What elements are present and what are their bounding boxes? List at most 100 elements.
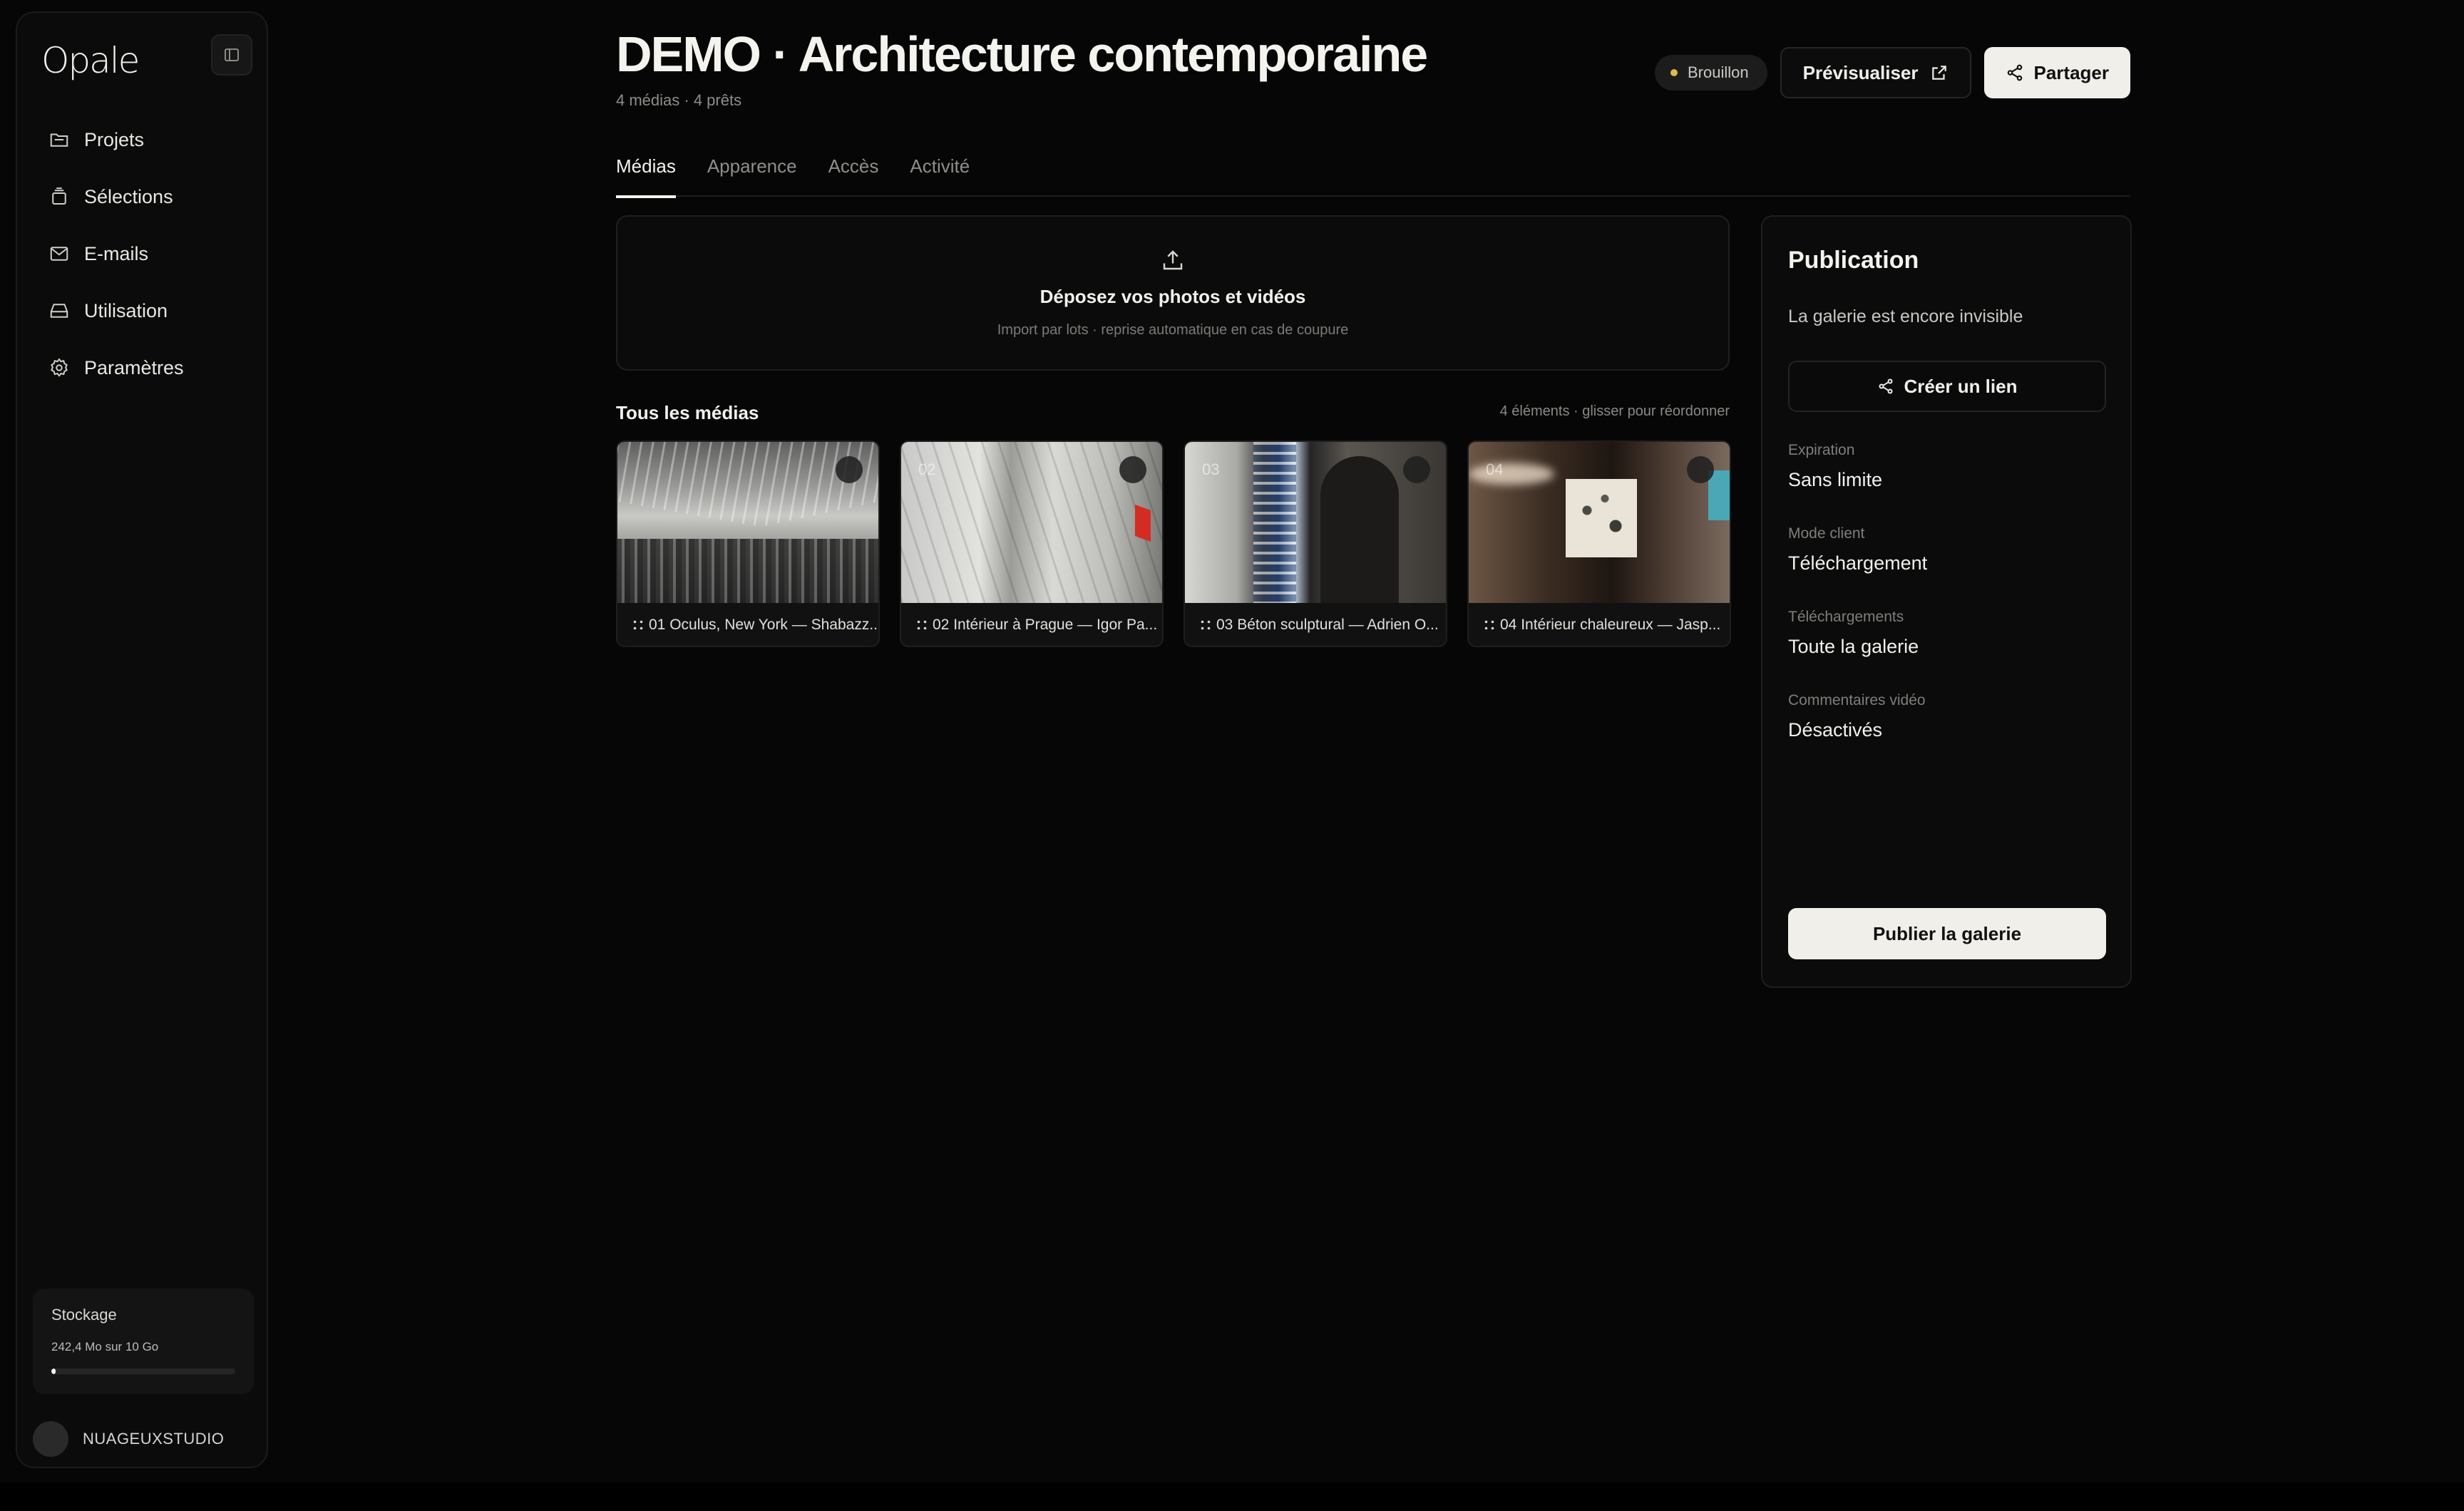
sidebar-item-label: Paramètres [84,356,184,378]
sidebar-item-label: Utilisation [84,299,168,321]
media-card[interactable]: 03 03 Béton sculptural — Adrien O... [1184,440,1447,647]
status-dot-icon [1670,69,1678,76]
drag-handle-icon[interactable] [1199,619,1212,631]
select-checkbox[interactable] [836,456,863,483]
upload-icon [1163,250,1183,270]
media-caption: 01 Oculus, New York — Shabazz... [617,603,878,646]
setting-downloads[interactable]: Téléchargements Toute la galerie [1788,609,1919,658]
thumbnail-detail [617,442,878,527]
share-button[interactable]: Partager [1983,47,2130,98]
folder-icon [50,133,68,147]
dropzone-title: Déposez vos photos et vidéos [1040,286,1306,307]
publish-gallery-button[interactable]: Publier la galerie [1788,908,2106,959]
publication-title: Publication [1788,247,1919,274]
thumbnail-detail [1469,463,1554,485]
media-caption-text: 02 Intérieur à Prague — Igor Pa... [933,617,1158,633]
media-caption-text: 01 Oculus, New York — Shabazz... [649,617,878,633]
sidebar-item-label: Sélections [84,185,173,207]
avatar [33,1421,68,1457]
setting-value: Téléchargement [1788,552,1928,574]
share-icon [2007,64,2022,81]
brand-logo[interactable]: Opale [41,40,140,81]
upload-dropzone[interactable]: Déposez vos photos et vidéos Import par … [616,215,1730,371]
sidebar: Opale Projets Sélections E-mails Utilisa… [16,11,268,1468]
storage-title: Stockage [51,1306,117,1324]
app-window: Opale Projets Sélections E-mails Utilisa… [0,0,2464,1482]
page-title: DEMO · Architecture contemporaine [616,26,1428,82]
page-subtitle: 4 médias · 4 prêts [616,91,742,109]
media-thumbnail[interactable]: 02 [901,442,1162,603]
setting-client-mode[interactable]: Mode client Téléchargement [1788,525,1927,574]
select-checkbox[interactable] [1687,456,1714,483]
media-caption: 03 Béton sculptural — Adrien O... [1185,603,1446,646]
sidebar-item-parametres[interactable]: Paramètres [33,339,254,396]
stack-icon [52,187,66,205]
header-actions: Brouillon Prévisualiser Partager [1655,47,2130,98]
share-icon [1879,378,1893,394]
tab-medias[interactable]: Médias [616,155,676,198]
tab-activite[interactable]: Activité [910,155,970,197]
bottom-edge [0,1482,2464,1511]
drag-handle-icon[interactable] [915,619,928,631]
storage-value: 242,4 Mo sur 10 Go [51,1340,159,1353]
sidebar-collapse-button[interactable] [211,34,252,76]
storage-widget: Stockage 242,4 Mo sur 10 Go [33,1289,254,1394]
media-number: 04 [1486,460,1504,478]
tab-bar: Médias Apparence Accès Activité [616,155,2130,198]
media-card[interactable]: 02 02 Intérieur à Prague — Igor Pa... [900,440,1164,647]
setting-label: Commentaires vidéo [1788,692,1926,708]
thumbnail-detail [1253,442,1296,603]
setting-video-comments[interactable]: Commentaires vidéo Désactivés [1788,692,1926,741]
sidebar-item-emails[interactable]: E-mails [33,225,254,282]
share-button-label: Partager [2033,61,2110,83]
setting-value: Désactivés [1788,719,1883,741]
drag-handle-icon[interactable] [1483,619,1496,631]
status-badge-label: Brouillon [1688,63,1749,81]
media-card[interactable]: 04 04 Intérieur chaleureux — Jasp... [1467,440,1731,647]
tab-acces[interactable]: Accès [828,155,879,197]
sidebar-nav: Projets Sélections E-mails Utilisation P… [33,111,254,396]
media-thumbnail[interactable]: 04 [1469,442,1730,603]
media-caption-text: 03 Béton sculptural — Adrien O... [1216,617,1439,633]
sidebar-item-selections[interactable]: Sélections [33,168,254,225]
publication-panel: Publication La galerie est encore invisi… [1761,215,2132,988]
user-name: NUAGEUXSTUDIO [83,1430,225,1448]
user-profile[interactable]: NUAGEUXSTUDIO [33,1421,224,1457]
thumbnail-detail [1566,479,1637,557]
mail-icon [50,247,68,261]
setting-expiration[interactable]: Expiration Sans limite [1788,442,1882,491]
media-caption: 04 Intérieur chaleureux — Jasp... [1469,603,1730,646]
setting-label: Mode client [1788,525,1865,542]
sidebar-item-label: Projets [84,128,145,150]
dropzone-hint: Import par lots · reprise automatique en… [997,322,1349,338]
media-grid: 01 Oculus, New York — Shabazz... 02 02 I… [616,440,1731,647]
media-section-meta: 4 éléments · glisser pour réordonner [1499,403,1730,419]
sidebar-item-utilisation[interactable]: Utilisation [33,282,254,339]
drive-icon [50,304,68,318]
storage-progress-bar [51,1368,235,1374]
storage-progress-fill [51,1368,56,1374]
media-caption: 02 Intérieur à Prague — Igor Pa... [901,603,1162,646]
setting-label: Téléchargements [1788,609,1904,625]
publication-status: La galerie est encore invisible [1788,306,2023,326]
media-section-title: Tous les médias [616,402,759,423]
drag-handle-icon[interactable] [632,619,645,631]
setting-value: Toute la galerie [1788,636,1919,657]
external-link-icon [1931,66,1946,80]
thumbnail-detail [1708,470,1730,520]
create-link-button[interactable]: Créer un lien [1788,361,2106,412]
media-card[interactable]: 01 Oculus, New York — Shabazz... [616,440,880,647]
tab-apparence[interactable]: Apparence [707,155,797,197]
create-link-label: Créer un lien [1904,375,2018,397]
status-badge: Brouillon [1655,55,1767,91]
media-thumbnail[interactable] [617,442,878,603]
sidebar-item-label: E-mails [84,242,149,264]
media-number: 02 [918,460,936,478]
setting-label: Expiration [1788,442,1855,458]
media-thumbnail[interactable]: 03 [1185,442,1446,603]
select-checkbox[interactable] [1119,456,1146,483]
select-checkbox[interactable] [1403,456,1430,483]
media-number: 03 [1202,460,1220,478]
sidebar-item-projets[interactable]: Projets [33,111,254,168]
preview-button[interactable]: Prévisualiser [1780,47,1971,98]
